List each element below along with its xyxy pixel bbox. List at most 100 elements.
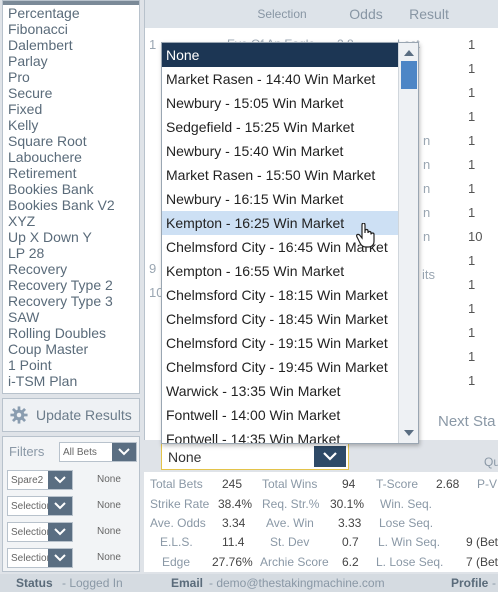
staking-plan-item[interactable]: Dalembert (8, 37, 137, 53)
stat-label: Strike Rate (150, 497, 210, 511)
filter-field-select[interactable]: Selection (7, 496, 73, 516)
market-option[interactable]: Chelmsford City - 19:45 Win Market (162, 355, 398, 379)
market-option[interactable]: Newbury - 16:15 Win Market (162, 187, 398, 211)
stat-value: 38.4% (218, 497, 253, 511)
chevron-down-icon (112, 443, 136, 461)
staking-plan-item[interactable]: Fibonacci (8, 21, 137, 37)
staking-plan-item[interactable]: LP 28 (8, 245, 137, 261)
bets-filter-select[interactable]: All Bets (59, 442, 137, 462)
stat-value: 9 (Bet (466, 535, 498, 549)
scrollbar-thumb[interactable] (401, 61, 417, 89)
scroll-up-icon[interactable] (399, 45, 418, 61)
filter-value: None (97, 500, 121, 511)
market-option[interactable]: Chelmsford City - 18:45 Win Market (162, 307, 398, 331)
status-label: Status (16, 576, 53, 590)
staking-plans-list: Percentage Fibonacci Dalembert Parlay Pro Sec… (8, 5, 137, 389)
staking-plan-item[interactable]: Retirement (8, 165, 137, 181)
stat-label: P-V (477, 477, 498, 491)
header-odds: Odds (349, 6, 383, 22)
filter-field-select[interactable]: Selection (7, 548, 73, 568)
stat-label: L. Win Seq. (378, 535, 441, 549)
row-stake-cell: 1 (468, 301, 476, 316)
filter-value: None (97, 474, 121, 485)
staking-plan-item[interactable]: XYZ (8, 213, 137, 229)
market-option[interactable]: None (162, 43, 398, 67)
header-result: Result (409, 6, 449, 22)
staking-plan-item[interactable]: Percentage (8, 5, 137, 21)
staking-plan-item[interactable]: Parlay (8, 53, 137, 69)
staking-plan-item[interactable]: Secure (8, 85, 137, 101)
row-stake-cell: 1 (468, 157, 476, 172)
staking-plan-item[interactable]: Recovery (8, 261, 137, 277)
staking-plan-item[interactable]: 1 Point (8, 357, 137, 373)
staking-plan-item[interactable]: Rolling Doubles (8, 325, 137, 341)
staking-plans-panel: Percentage Fibonacci Dalembert Parlay Pro Sec… (2, 0, 140, 394)
stat-value: 2.68 (436, 477, 460, 491)
filter-field-select[interactable]: Selection (7, 522, 73, 542)
scroll-down-icon[interactable] (399, 425, 418, 441)
staking-plan-item[interactable]: Bookies Bank V2 (8, 197, 137, 213)
stat-value: 3.33 (338, 516, 362, 530)
dropdown-scrollbar[interactable] (398, 43, 418, 443)
stat-value: 245 (222, 477, 243, 491)
row-result-cell: n (423, 133, 431, 148)
q-label: Qu (484, 455, 498, 469)
chevron-down-icon (48, 471, 72, 489)
market-option[interactable]: Warwick - 13:35 Win Market (162, 379, 398, 403)
filter-field-value: Selection (11, 526, 48, 538)
stat-value: 27.76% (212, 555, 253, 569)
staking-plan-item[interactable]: Kelly (8, 117, 137, 133)
stat-label: Total Wins (262, 477, 318, 491)
email-label: Email (171, 576, 204, 590)
profile-label: Profile (451, 576, 489, 590)
row-result-cell: n (423, 205, 431, 220)
market-option[interactable]: Market Rasen - 15:50 Win Market (162, 163, 398, 187)
market-option[interactable]: Fontwell - 14:00 Win Market (162, 403, 398, 427)
staking-plan-item[interactable]: i-TSM Plan (8, 373, 137, 389)
header-selection: Selection (257, 7, 307, 21)
staking-plan-item[interactable]: Up X Down Y (8, 229, 137, 245)
market-option[interactable]: Market Rasen - 14:40 Win Market (162, 67, 398, 91)
market-dropdown-list[interactable]: None Market Rasen - 14:40 Win Market Newbu… (161, 42, 419, 444)
update-results-button[interactable]: Update Results (2, 398, 140, 432)
row-stake-cell: 1 (468, 61, 476, 76)
staking-plan-item[interactable]: Square Root (8, 133, 137, 149)
staking-plan-item[interactable]: Pro (8, 69, 137, 85)
chevron-down-icon (314, 446, 346, 467)
staking-plan-item[interactable]: Coup Master (8, 341, 137, 357)
market-select[interactable]: None (161, 443, 349, 470)
row-stake-cell: 10 (468, 229, 483, 244)
row-stake-cell: 1 (468, 349, 476, 364)
market-option[interactable]: Fontwell - 14:35 Win Market (162, 427, 398, 443)
stat-value: 11.4 (222, 535, 245, 549)
market-option[interactable]: Chelmsford City - 18:15 Win Market (162, 283, 398, 307)
filter-field-select[interactable]: Spare2 (7, 470, 73, 490)
stat-label: Win. Seq. (380, 497, 433, 511)
market-option[interactable]: Newbury - 15:40 Win Market (162, 139, 398, 163)
staking-plan-item[interactable]: Recovery Type 3 (8, 293, 137, 309)
filter-value: None (97, 526, 121, 537)
row-stake-cell: 1 (468, 85, 476, 100)
market-option[interactable]: Newbury - 15:05 Win Market (162, 91, 398, 115)
stat-label: T-Score (376, 477, 419, 491)
filter-field-value: Selection (11, 552, 48, 564)
email-value: - demo@thestakingmachine.com (209, 576, 385, 590)
market-option[interactable]: Chelmsford City - 19:15 Win Market (162, 331, 398, 355)
staking-plan-item[interactable]: Recovery Type 2 (8, 277, 137, 293)
staking-plan-item[interactable]: Fixed (8, 101, 137, 117)
hand-cursor-icon (356, 223, 375, 248)
filter-field-value: Selection (11, 500, 48, 512)
stat-label: L. Lose Seq. (376, 555, 444, 569)
staking-plan-item[interactable]: Bookies Bank (8, 181, 137, 197)
market-option[interactable]: Sedgefield - 15:25 Win Market (162, 115, 398, 139)
stat-value: 30.1% (330, 497, 365, 511)
staking-plan-item[interactable]: Labouchere (8, 149, 137, 165)
chevron-down-icon (48, 497, 72, 515)
row-result-cell: n (423, 157, 431, 172)
market-option[interactable]: Kempton - 16:55 Win Market (162, 259, 398, 283)
stat-label: Lose Seq. (379, 516, 434, 530)
stat-value: 94 (342, 477, 356, 491)
stat-value: 0.7 (342, 535, 359, 549)
stat-label: Total Bets (150, 477, 203, 491)
staking-plan-item[interactable]: SAW (8, 309, 137, 325)
